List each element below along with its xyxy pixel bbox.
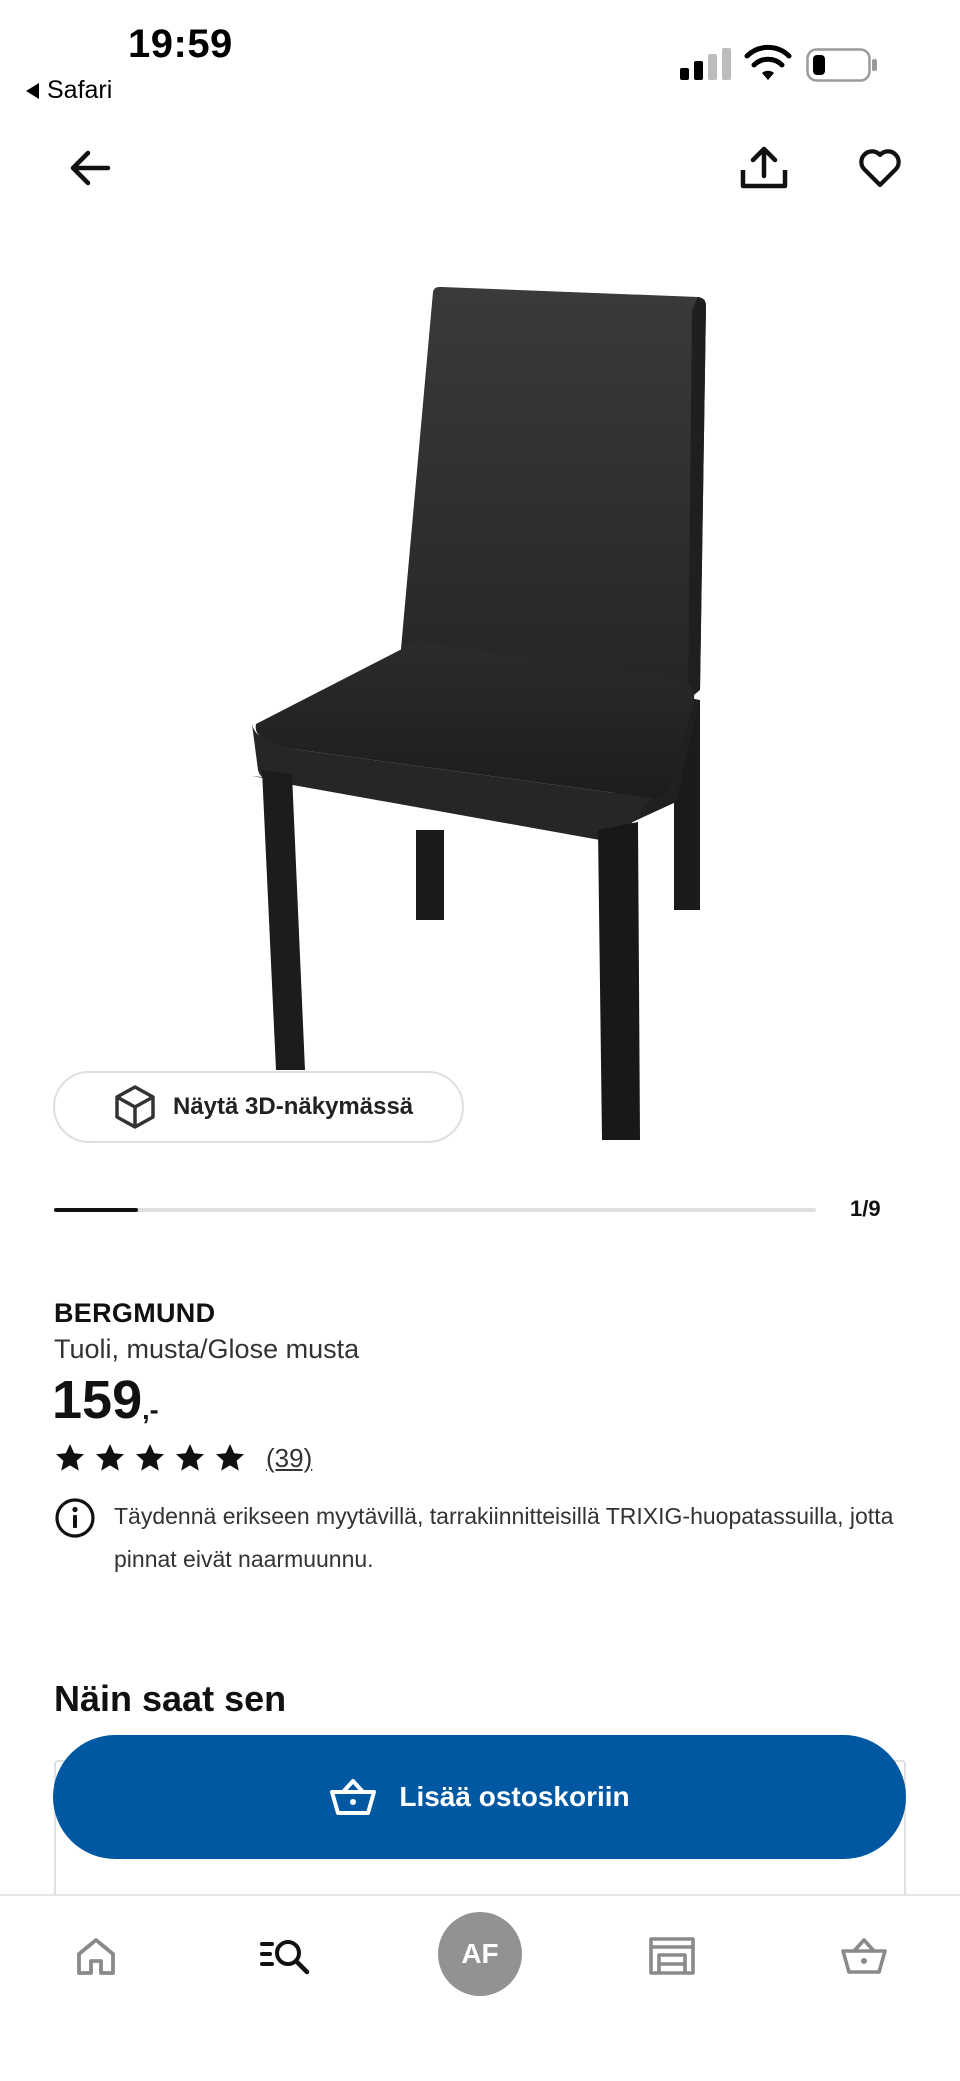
arrow-left-icon [70, 150, 111, 186]
tab-cart[interactable] [824, 1916, 904, 1996]
home-icon [77, 1938, 115, 1975]
gallery-progress [54, 1208, 816, 1212]
add-to-cart-button[interactable]: Lisää ostoskoriin [53, 1735, 906, 1859]
product-image[interactable] [0, 250, 960, 1150]
wifi-icon [744, 44, 792, 80]
search-list-icon [260, 1940, 310, 1975]
share-button[interactable] [726, 130, 802, 206]
product-name[interactable]: BERGMUND [54, 1298, 215, 1329]
basket-icon [841, 1938, 887, 1974]
product-rating[interactable]: (39) [54, 1442, 312, 1474]
price-integer: 159 [52, 1370, 143, 1430]
view-3d-button[interactable]: Näytä 3D-näkymässä [53, 1071, 464, 1143]
profile-initials: AF [461, 1938, 499, 1969]
back-to-safari[interactable]: Safari [26, 76, 112, 105]
tab-store[interactable] [632, 1916, 712, 1996]
tab-home[interactable] [56, 1916, 136, 1996]
status-time: 19:59 [128, 22, 233, 66]
star-icon [96, 1444, 124, 1471]
product-description: Tuoli, musta/Glose musta [54, 1334, 360, 1364]
gallery-progress-fill [54, 1208, 138, 1212]
bottom-tab-bar: AF [0, 1894, 960, 2081]
basket-icon [330, 1779, 377, 1815]
battery-icon [806, 48, 877, 82]
tab-search[interactable] [246, 1916, 326, 1996]
review-count[interactable]: (39) [266, 1443, 312, 1474]
back-button[interactable] [52, 130, 128, 206]
tab-profile[interactable]: AF [438, 1912, 522, 1996]
store-icon [649, 1937, 695, 1975]
heart-icon [859, 149, 901, 188]
star-icon [216, 1444, 244, 1471]
favorite-button[interactable] [842, 130, 918, 206]
star-icon [176, 1444, 204, 1471]
product-price: 159 ,- [52, 1370, 159, 1430]
add-to-cart-label: Lisää ostoskoriin [399, 1781, 630, 1812]
star-icon [56, 1444, 84, 1471]
back-app-label: Safari [47, 76, 113, 104]
info-note-text: Täydennä erikseen myytävillä, tarrakiinn… [114, 1503, 894, 1572]
info-icon [55, 1498, 95, 1538]
cube-3d-icon [115, 1085, 155, 1129]
cellular-signal-icon [680, 48, 731, 80]
availability-title: Näin saat sen [54, 1678, 287, 1719]
info-note: Täydennä erikseen myytävillä, tarrakiinn… [54, 1495, 914, 1581]
price-suffix: ,- [142, 1395, 159, 1425]
star-icon [136, 1444, 164, 1471]
gallery-page-count: 1/9 [850, 1196, 881, 1221]
back-triangle-icon [26, 82, 39, 99]
share-icon [740, 146, 788, 189]
view-3d-label: Näytä 3D-näkymässä [173, 1093, 414, 1120]
